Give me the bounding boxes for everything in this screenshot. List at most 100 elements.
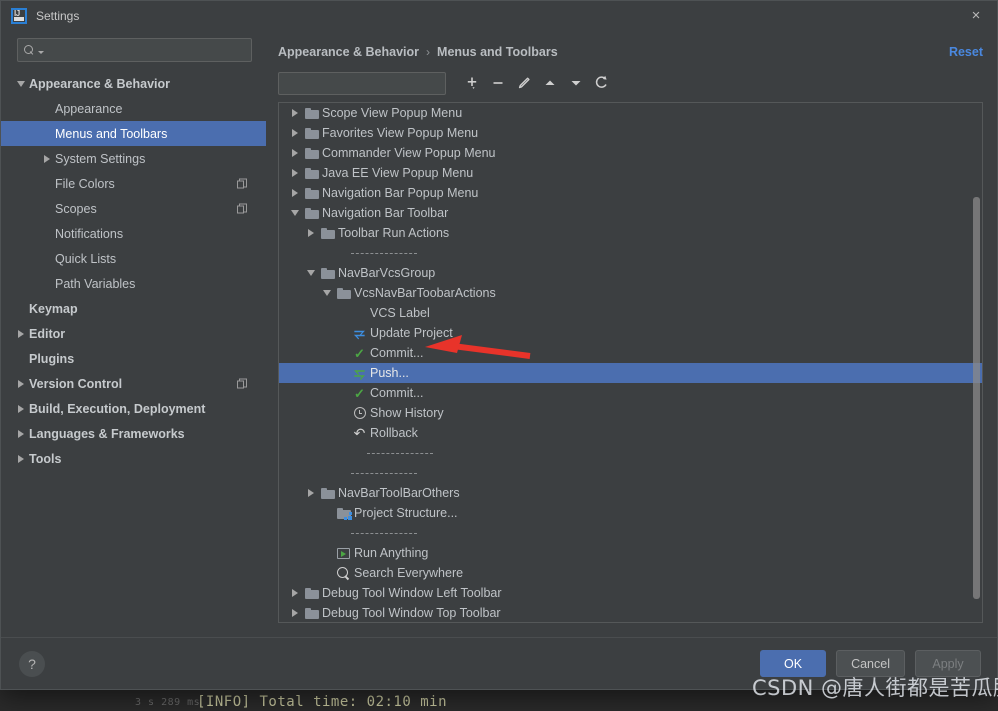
sidebar-item-system-settings[interactable]: System Settings xyxy=(1,146,266,171)
toolbar-search-box[interactable] xyxy=(278,71,446,95)
chevron-right-icon[interactable] xyxy=(287,109,303,117)
chevron-right-icon[interactable] xyxy=(13,454,29,463)
sidebar-item-keymap[interactable]: Keymap xyxy=(1,296,266,321)
close-icon[interactable]: × xyxy=(961,4,991,28)
sidebar-search-box[interactable] xyxy=(17,38,252,62)
sidebar-item-editor[interactable]: Editor xyxy=(1,321,266,346)
tree-row[interactable]: ↶ Rollback xyxy=(279,423,982,443)
ok-button[interactable]: OK xyxy=(760,650,827,677)
cancel-button[interactable]: Cancel xyxy=(836,650,905,677)
chevron-down-icon[interactable] xyxy=(287,210,303,216)
settings-content: Appearance & Behavior › Menus and Toolba… xyxy=(266,30,997,637)
tree-row[interactable]: Toolbar Run Actions xyxy=(279,223,982,243)
remove-button[interactable] xyxy=(485,71,511,95)
copy-settings-icon[interactable] xyxy=(237,203,248,214)
tree-row[interactable]: Run Anything xyxy=(279,543,982,563)
menu-separator xyxy=(351,252,417,254)
folder-icon xyxy=(304,147,319,159)
chevron-right-icon[interactable] xyxy=(287,189,303,197)
sidebar-item-languages-frameworks[interactable]: Languages & Frameworks xyxy=(1,421,266,446)
tree-row[interactable]: VCS Label xyxy=(279,303,982,323)
dialog-title-bar: IJ Settings × xyxy=(1,1,997,30)
tree-item-label: NavBarVcsGroup xyxy=(338,266,436,280)
folder-icon xyxy=(304,127,319,139)
arrow-down-icon xyxy=(571,81,581,86)
tree-row[interactable]: ⥧ Push... xyxy=(279,363,982,383)
chevron-right-icon[interactable] xyxy=(303,489,319,497)
tree-item-icon xyxy=(303,607,320,619)
tree-item-icon xyxy=(335,547,352,559)
tree-row[interactable]: Show History xyxy=(279,403,982,423)
tree-row[interactable]: Search Everywhere xyxy=(279,563,982,583)
tree-item-icon xyxy=(351,407,368,419)
sidebar-item-notifications[interactable]: Notifications xyxy=(1,221,266,246)
tree-row[interactable]: Project Structure... xyxy=(279,503,982,523)
chevron-right-icon[interactable] xyxy=(13,404,29,413)
sidebar-item-plugins[interactable]: Plugins xyxy=(1,346,266,371)
chevron-right-icon[interactable] xyxy=(287,609,303,617)
tree-row[interactable]: ✓ Commit... xyxy=(279,343,982,363)
sidebar-item-file-colors[interactable]: File Colors xyxy=(1,171,266,196)
sidebar-item-build-execution-deployment[interactable]: Build, Execution, Deployment xyxy=(1,396,266,421)
tree-row[interactable]: Favorites View Popup Menu xyxy=(279,123,982,143)
tree-row[interactable]: NavBarToolBarOthers xyxy=(279,483,982,503)
sidebar-search-input[interactable] xyxy=(44,43,245,57)
breadcrumb-parent[interactable]: Appearance & Behavior xyxy=(278,45,419,59)
show-history-clock-icon xyxy=(353,407,366,419)
run-anything-icon xyxy=(337,547,350,559)
tree-row[interactable]: Java EE View Popup Menu xyxy=(279,163,982,183)
tree-vertical-scrollbar[interactable] xyxy=(973,197,980,599)
chevron-down-icon[interactable] xyxy=(13,80,29,87)
sidebar-item-appearance[interactable]: Appearance xyxy=(1,96,266,121)
chevron-right-icon[interactable] xyxy=(287,149,303,157)
tree-item-label: Favorites View Popup Menu xyxy=(322,126,479,140)
chevron-down-icon[interactable] xyxy=(319,290,335,296)
edit-button[interactable] xyxy=(511,71,537,95)
sidebar-item-path-variables[interactable]: Path Variables xyxy=(1,271,266,296)
chevron-down-icon[interactable] xyxy=(303,270,319,276)
chevron-right-icon[interactable] xyxy=(287,589,303,597)
sidebar-item-label: Languages & Frameworks xyxy=(29,426,185,441)
chevron-right-icon[interactable] xyxy=(13,379,29,388)
menu-separator xyxy=(351,472,417,474)
sidebar-item-menus-and-toolbars[interactable]: Menus and Toolbars xyxy=(1,121,266,146)
toolbar-search-input[interactable] xyxy=(284,76,442,90)
chevron-right-icon[interactable] xyxy=(39,154,55,163)
chevron-right-icon[interactable] xyxy=(287,169,303,177)
folder-icon xyxy=(304,607,319,619)
copy-settings-icon[interactable] xyxy=(237,378,248,389)
tree-row[interactable]: VcsNavBarToobarActions xyxy=(279,283,982,303)
tree-row[interactable]: Debug Tool Window Left Toolbar xyxy=(279,583,982,603)
chevron-right-icon[interactable] xyxy=(13,429,29,438)
tree-row[interactable]: ✓ Commit... xyxy=(279,383,982,403)
tree-row[interactable]: ⥩ Update Project xyxy=(279,323,982,343)
sidebar-item-label: Version Control xyxy=(29,376,123,391)
tree-row[interactable]: NavBarVcsGroup xyxy=(279,263,982,283)
copy-settings-icon[interactable] xyxy=(237,178,248,189)
folder-icon xyxy=(304,207,319,219)
sidebar-item-tools[interactable]: Tools xyxy=(1,446,266,471)
tree-row[interactable]: Commander View Popup Menu xyxy=(279,143,982,163)
chevron-right-icon[interactable] xyxy=(13,329,29,338)
move-up-button[interactable] xyxy=(537,71,563,95)
sidebar-item-appearance-behavior[interactable]: Appearance & Behavior xyxy=(1,71,266,96)
sidebar-item-quick-lists[interactable]: Quick Lists xyxy=(1,246,266,271)
logo-bar xyxy=(14,16,24,21)
toolbar-tree[interactable]: Scope View Popup Menu Favorites View Popu… xyxy=(279,103,982,622)
minus-icon xyxy=(493,82,503,84)
reset-link[interactable]: Reset xyxy=(949,45,983,59)
chevron-right-icon[interactable] xyxy=(287,129,303,137)
chevron-right-icon[interactable] xyxy=(303,229,319,237)
sidebar-item-version-control[interactable]: Version Control xyxy=(1,371,266,396)
tree-row[interactable]: Debug Tool Window Top Toolbar xyxy=(279,603,982,622)
add-button[interactable] xyxy=(459,71,485,95)
tree-row[interactable]: Navigation Bar Toolbar xyxy=(279,203,982,223)
move-down-button[interactable] xyxy=(563,71,589,95)
tree-row[interactable]: Navigation Bar Popup Menu xyxy=(279,183,982,203)
folder-icon xyxy=(304,107,319,119)
sidebar-item-scopes[interactable]: Scopes xyxy=(1,196,266,221)
restore-button[interactable] xyxy=(589,71,615,95)
folder-icon xyxy=(320,227,335,239)
tree-row[interactable]: Scope View Popup Menu xyxy=(279,103,982,123)
help-button[interactable]: ? xyxy=(19,650,45,677)
